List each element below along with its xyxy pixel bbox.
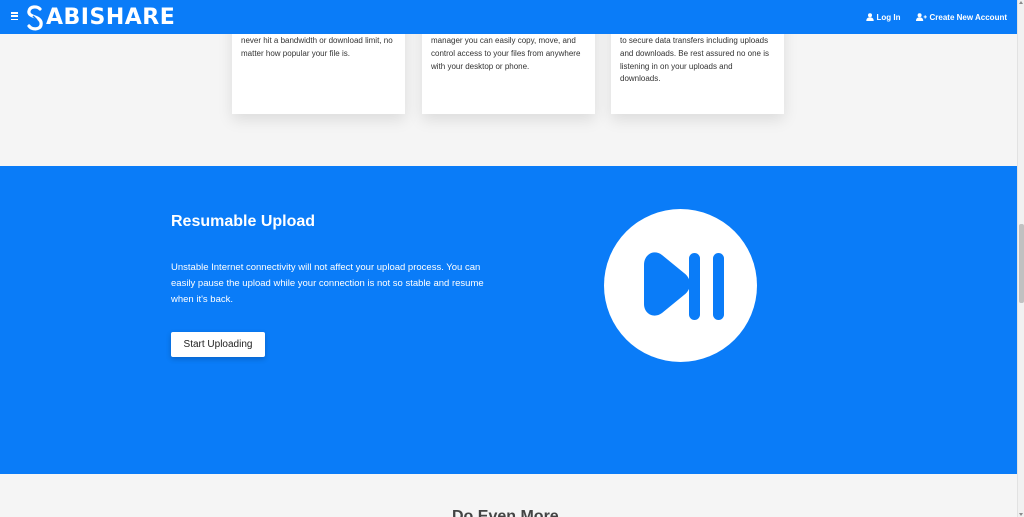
section-description: Unstable Internet connectivity will not …: [171, 262, 484, 305]
start-uploading-button[interactable]: Start Uploading: [171, 332, 265, 357]
scroll-down-arrow-icon[interactable]: [1019, 513, 1023, 516]
user-plus-icon: [915, 13, 927, 21]
login-label: Log In: [876, 12, 901, 22]
scroll-thumb[interactable]: [1019, 224, 1024, 303]
resumable-upload-section: Resumable Upload Unstable Internet conne…: [0, 166, 1017, 474]
scroll-up-arrow-icon[interactable]: [1019, 1, 1023, 4]
feature-card-text: to secure data transfers including uploa…: [620, 36, 769, 84]
next-section-heading: Do Even More: [452, 508, 559, 517]
section-title: Resumable Upload: [171, 213, 316, 230]
logo-text: ABISHARE: [46, 5, 176, 30]
user-icon: [865, 13, 874, 21]
menu-icon[interactable]: [11, 12, 18, 21]
logo[interactable]: ABISHARE: [25, 5, 175, 31]
create-account-label: Create New Account: [929, 12, 1008, 22]
login-link[interactable]: Log In: [865, 12, 901, 22]
create-account-link[interactable]: Create New Account: [915, 12, 1008, 22]
scrollbar[interactable]: [1017, 0, 1024, 517]
navbar: ABISHARE Log In Create New Account: [0, 0, 1017, 34]
play-pause-icon: [604, 209, 757, 362]
page-viewport: never hit a bandwidth or download limit,…: [0, 0, 1024, 517]
feature-card-text: never hit a bandwidth or download limit,…: [241, 36, 393, 58]
nav-actions: Log In Create New Account: [865, 0, 1008, 34]
logo-icon: [27, 5, 43, 31]
feature-card-text: manager you can easily copy, move, and c…: [431, 36, 581, 71]
